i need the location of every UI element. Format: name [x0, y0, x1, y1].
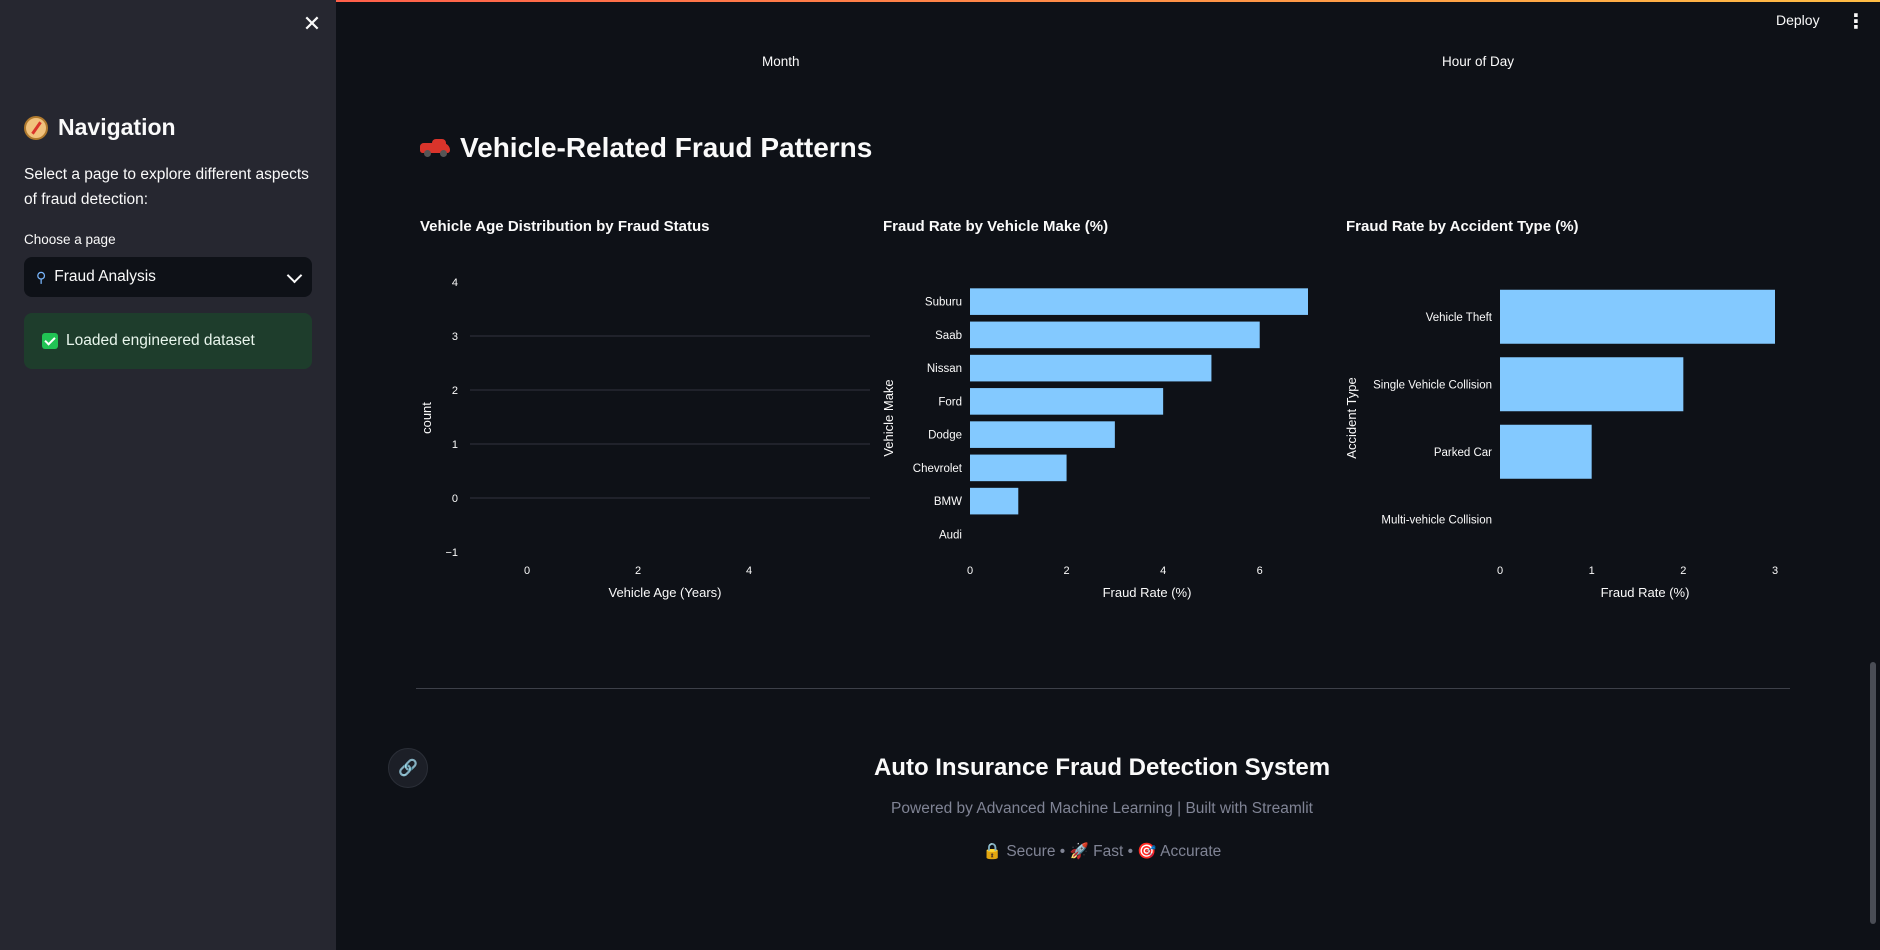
category-label: Suburu — [925, 297, 962, 309]
section-title: Vehicle-Related Fraud Patterns — [420, 132, 872, 164]
bar — [1500, 424, 1592, 479]
x-tick-label: 1 — [1589, 565, 1595, 577]
footer-subtitle: Powered by Advanced Machine Learning | B… — [891, 800, 1313, 817]
category-label: Dodge — [928, 430, 962, 442]
footer-tags: 🔒 Secure • 🚀 Fast • 🎯 Accurate — [0, 842, 1880, 861]
category-label: Single Vehicle Collision — [1373, 379, 1492, 391]
x-axis-label: Fraud Rate (%) — [1601, 585, 1690, 600]
y-axis-label: Vehicle Make — [881, 379, 896, 456]
nav-title-text: Navigation — [58, 114, 176, 140]
x-tick-label: 2 — [1680, 565, 1686, 577]
checkbox-icon — [42, 333, 58, 349]
y-tick-label: 3 — [452, 331, 458, 343]
vehicle-age-chart[interactable]: count Vehicle Age (Years) 4 3 2 1 0 −1 0 2 4 — [410, 260, 870, 610]
x-tick-label: 2 — [635, 565, 641, 577]
category-label: Audi — [939, 529, 962, 541]
target-icon: 🎯 — [1137, 843, 1157, 860]
hour-axis-label: Hour of Day — [1442, 54, 1515, 69]
main-menu-icon[interactable]: ⋮ — [1846, 12, 1866, 34]
category-label: BMW — [934, 496, 962, 508]
y-tick-label: 2 — [452, 385, 458, 397]
vehicle-make-chart[interactable]: Vehicle Make Fraud Rate (%) Suburu Saab Ni… — [874, 260, 1334, 610]
divider — [416, 688, 1790, 689]
lock-icon: 🔒 — [982, 843, 1003, 860]
section-title-text: Vehicle-Related Fraud Patterns — [460, 132, 873, 163]
month-axis-label: Month — [762, 54, 800, 69]
category-label: Parked Car — [1434, 447, 1492, 459]
y-tick-label: 1 — [452, 439, 458, 451]
bar — [1500, 357, 1684, 412]
x-tick-label: 2 — [1064, 565, 1070, 577]
category-label: Vehicle Theft — [1426, 312, 1493, 324]
close-sidebar-button[interactable]: ✕ — [300, 12, 324, 36]
chart-title-vehicle-make: Fraud Rate by Vehicle Make (%) — [883, 218, 1109, 235]
x-tick-label: 0 — [1497, 565, 1503, 577]
x-tick-label: 3 — [1772, 565, 1778, 577]
success-message: Loaded engineered dataset — [66, 332, 255, 349]
nav-title: Navigation — [24, 114, 176, 141]
y-axis-label: count — [419, 402, 434, 434]
separator: • — [1059, 843, 1066, 860]
footer-title: Auto Insurance Fraud Detection System — [873, 754, 1331, 781]
chart-title-vehicle-age: Vehicle Age Distribution by Fraud Status — [420, 218, 710, 235]
y-tick-label: −1 — [445, 547, 458, 559]
deploy-button[interactable]: Deploy — [1776, 12, 1820, 28]
compass-icon — [24, 115, 48, 140]
category-label: Ford — [938, 396, 962, 408]
y-tick-label: 4 — [452, 277, 458, 289]
x-tick-label: 0 — [967, 565, 973, 577]
category-label: Chevrolet — [913, 463, 963, 475]
category-label: Nissan — [927, 363, 962, 375]
bar — [970, 288, 1308, 315]
magnifier-icon: ⚲ — [36, 268, 47, 285]
separator: • — [1127, 843, 1134, 860]
bar — [970, 388, 1164, 415]
car-icon — [420, 139, 450, 157]
bar — [970, 354, 1212, 382]
page-scrollbar[interactable] — [1870, 662, 1876, 924]
page-select-value: Fraud Analysis — [54, 268, 156, 285]
x-tick-label: 4 — [746, 565, 752, 577]
choose-page-label: Choose a page — [24, 232, 116, 247]
x-tick-label: 4 — [1160, 565, 1166, 577]
bar — [970, 321, 1260, 349]
chevron-down-icon — [286, 267, 303, 283]
x-axis-label: Vehicle Age (Years) — [609, 585, 722, 600]
y-tick-label: 0 — [452, 493, 458, 505]
accident-type-chart[interactable]: Accident Type Fraud Rate (%) Vehicle The… — [1336, 260, 1796, 610]
bar — [970, 487, 1019, 515]
tag-secure: Secure — [1006, 843, 1056, 860]
rocket-icon: 🚀 — [1069, 843, 1089, 860]
tag-fast: Fast — [1093, 843, 1124, 860]
tag-accurate: Accurate — [1160, 843, 1222, 860]
bar — [970, 454, 1067, 482]
category-label: Multi-vehicle Collision — [1381, 514, 1492, 526]
bar — [970, 421, 1115, 448]
success-alert: Loaded engineered dataset — [24, 313, 312, 369]
x-axis-label: Fraud Rate (%) — [1103, 585, 1192, 600]
bar — [1500, 289, 1775, 344]
x-tick-label: 0 — [524, 565, 530, 577]
category-label: Saab — [935, 330, 962, 342]
nav-description: Select a page to explore different aspec… — [24, 166, 309, 208]
chart-title-accident-type: Fraud Rate by Accident Type (%) — [1346, 218, 1579, 235]
page-select[interactable]: ⚲ Fraud Analysis — [24, 257, 312, 297]
y-axis-label: Accident Type — [1344, 377, 1359, 458]
x-tick-label: 6 — [1257, 565, 1263, 577]
